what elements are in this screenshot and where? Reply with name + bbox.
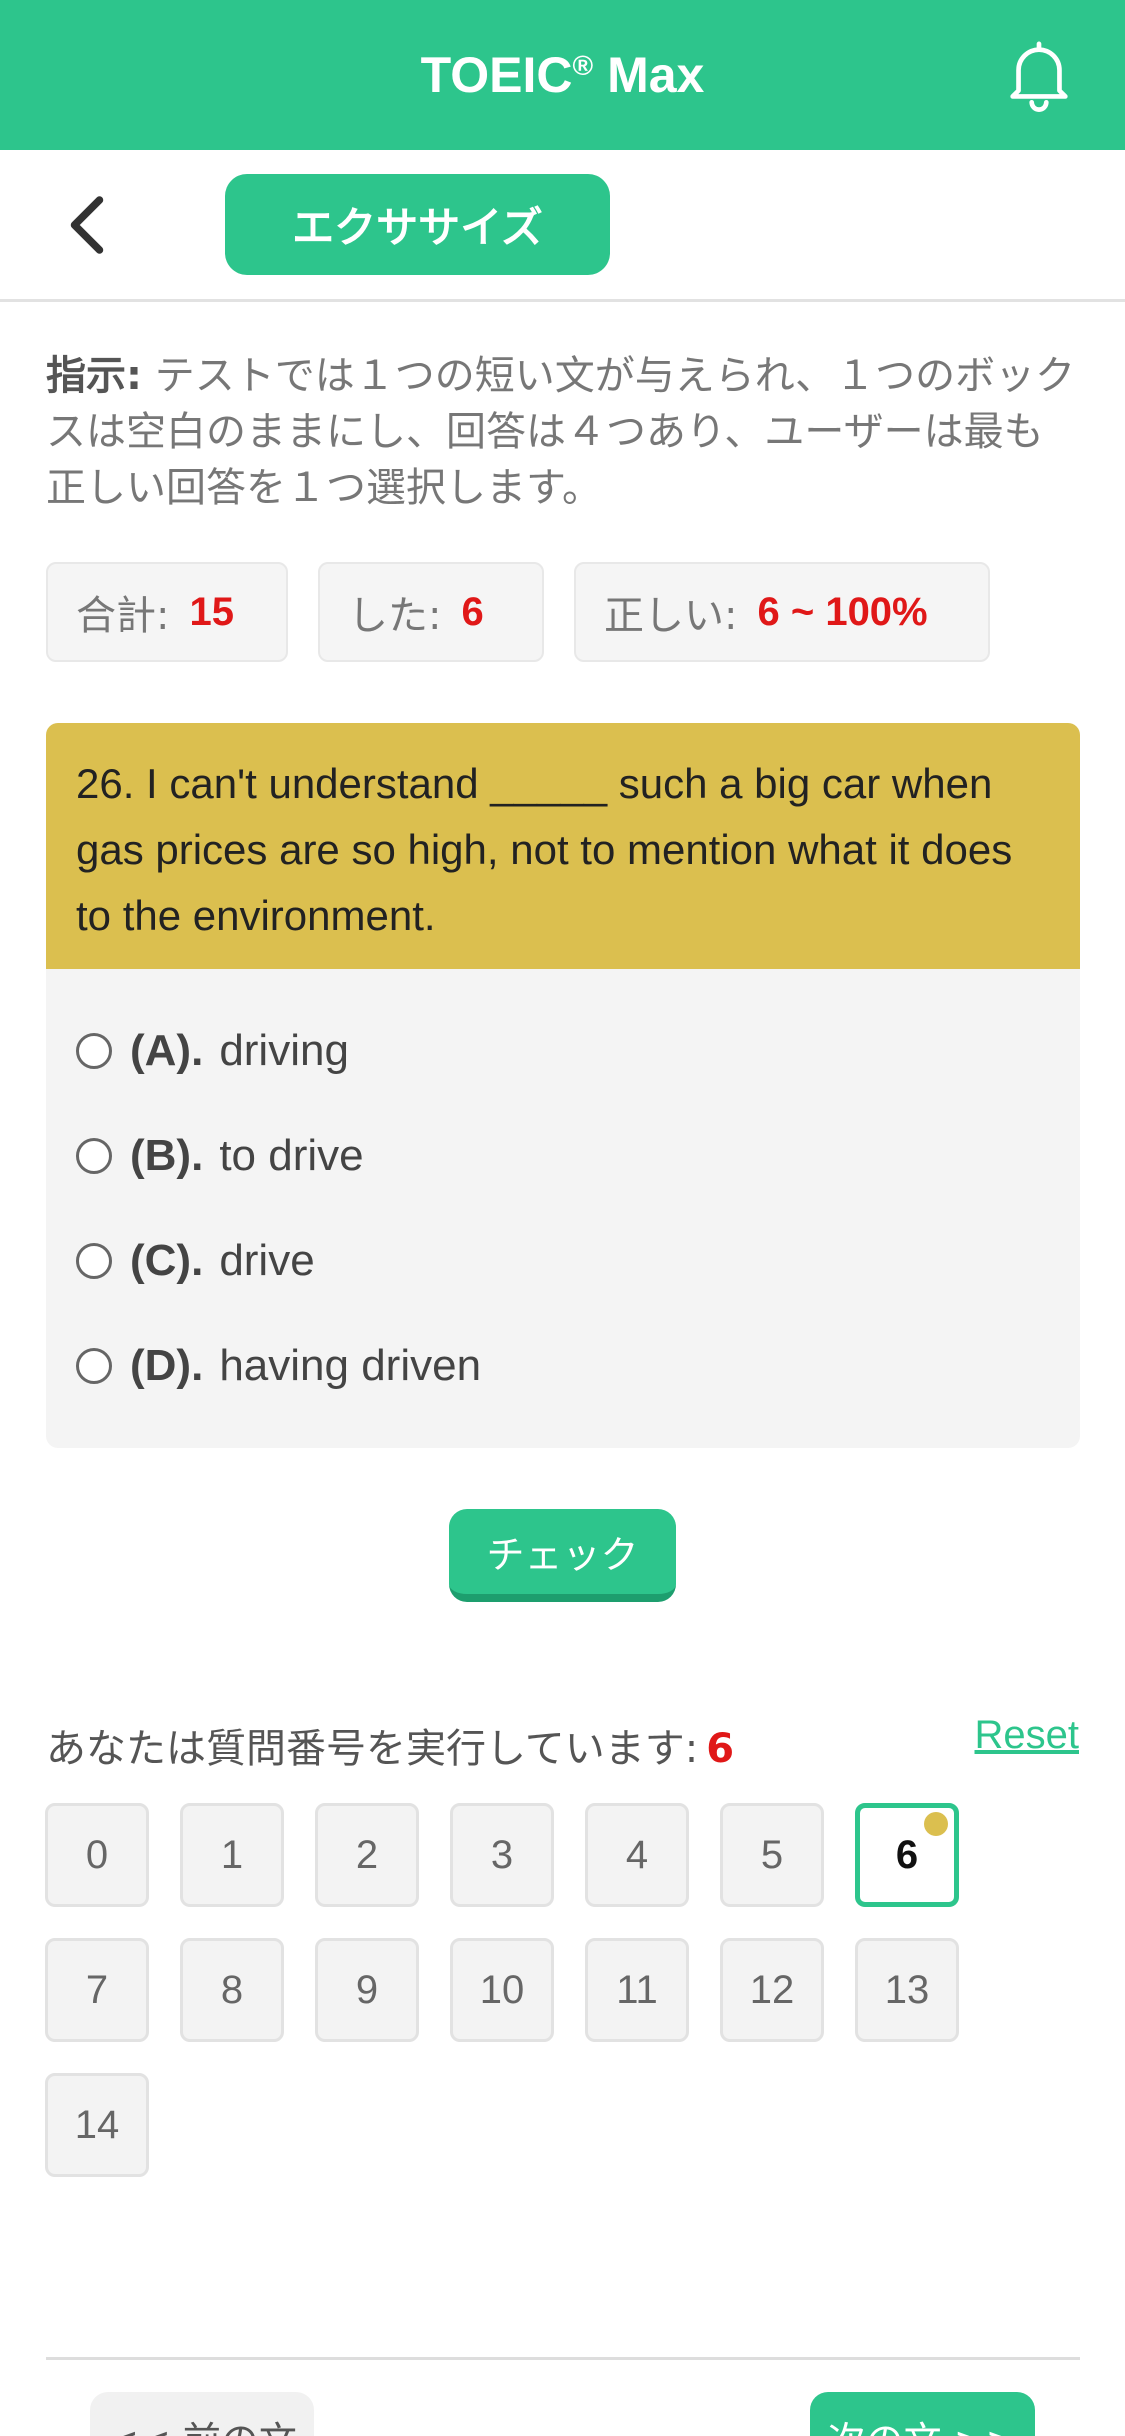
question-number-button[interactable]: 0	[45, 1803, 149, 1907]
question-number-button[interactable]: 14	[45, 2073, 149, 2177]
reset-link[interactable]: Reset	[975, 1713, 1080, 1758]
option-b[interactable]: (B). to drive	[76, 1121, 364, 1191]
radio-button-d[interactable]	[76, 1348, 112, 1384]
question-card: 26. I can't understand _____ such a big …	[46, 723, 1080, 1448]
stat-done-label: した:	[348, 593, 442, 639]
question-number-label: 1	[220, 1832, 244, 1877]
progress-label-text: あなたは質問番号を実行しています:	[46, 1726, 699, 1772]
back-arrow-icon[interactable]	[62, 192, 112, 258]
app-title-text: TOEIC	[420, 47, 573, 103]
question-number-label: 0	[85, 1832, 109, 1877]
question-number-label: 5	[760, 1832, 784, 1877]
option-text: to drive	[219, 1131, 364, 1180]
question-number-label: 11	[616, 1967, 658, 2012]
option-c[interactable]: (C). drive	[76, 1226, 315, 1296]
question-number-button[interactable]: 4	[585, 1803, 689, 1907]
current-question-number: 6	[706, 1726, 735, 1772]
question-number-button[interactable]: 5	[720, 1803, 824, 1907]
bell-icon[interactable]	[1003, 38, 1075, 114]
question-number-button[interactable]: 7	[45, 1938, 149, 2042]
stat-total-value: 15	[189, 589, 234, 634]
question-number-button[interactable]: 12	[720, 1938, 824, 2042]
stat-total: 合計: 15	[46, 562, 288, 662]
stat-correct: 正しい: 6 ~ 100%	[574, 562, 990, 662]
question-number-label: 8	[220, 1967, 244, 2012]
sub-navigation: エクササイズ	[0, 150, 1125, 302]
stat-done-value: 6	[461, 589, 484, 634]
stat-correct-value: 6 ~ 100%	[757, 589, 928, 634]
check-button[interactable]: チェック	[449, 1509, 676, 1602]
question-number-label: 13	[884, 1967, 930, 2012]
stat-total-label: 合計:	[76, 593, 170, 639]
question-number-label: 10	[479, 1967, 525, 2012]
question-number-label: 3	[490, 1832, 514, 1877]
progress-label: あなたは質問番号を実行しています: 6	[46, 1716, 734, 1774]
question-number-button[interactable]: 8	[180, 1938, 284, 2042]
question-number-label: 14	[74, 2102, 120, 2147]
radio-button-a[interactable]	[76, 1033, 112, 1069]
instructions: 指示: テストでは１つの短い文が与えられ、１つのボックスは空白のままにし、回答は…	[46, 348, 1076, 516]
question-number-button[interactable]: 13	[855, 1938, 959, 2042]
stat-done: した: 6	[318, 562, 544, 662]
question-number-label: 7	[85, 1967, 109, 2012]
question-number-label: 2	[355, 1832, 379, 1877]
option-text: having driven	[219, 1341, 482, 1390]
question-text: 26. I can't understand _____ such a big …	[46, 723, 1080, 969]
question-number-label: 9	[355, 1967, 379, 2012]
question-number-button-current[interactable]: 6	[855, 1803, 959, 1907]
option-text: drive	[219, 1236, 315, 1285]
question-number-label: 12	[749, 1967, 795, 2012]
previous-sentence-button[interactable]: << 前の文	[90, 2392, 314, 2436]
option-letter: (A).	[130, 1026, 204, 1075]
question-number-label: 4	[625, 1832, 649, 1877]
app-title: TOEIC® Max	[421, 46, 705, 104]
current-marker-dot	[924, 1812, 948, 1836]
question-number-button[interactable]: 3	[450, 1803, 554, 1907]
option-text: driving	[219, 1026, 349, 1075]
divider	[46, 2357, 1080, 2360]
option-letter: (D).	[130, 1341, 204, 1390]
instructions-label: 指示:	[46, 353, 142, 399]
radio-button-c[interactable]	[76, 1243, 112, 1279]
question-number-button[interactable]: 10	[450, 1938, 554, 2042]
next-sentence-button[interactable]: 次の文 >>	[810, 2392, 1035, 2436]
question-number-button[interactable]: 1	[180, 1803, 284, 1907]
option-a[interactable]: (A). driving	[76, 1016, 349, 1086]
question-number-button[interactable]: 9	[315, 1938, 419, 2042]
question-number-label: 6	[895, 1832, 919, 1877]
app-header: TOEIC® Max	[0, 0, 1125, 150]
question-number-button[interactable]: 2	[315, 1803, 419, 1907]
registered-mark: ®	[572, 50, 594, 81]
option-d[interactable]: (D). having driven	[76, 1331, 481, 1401]
option-letter: (B).	[130, 1131, 204, 1180]
radio-button-b[interactable]	[76, 1138, 112, 1174]
app-title-suffix: Max	[607, 47, 705, 103]
instructions-text: テストでは１つの短い文が与えられ、１つのボックスは空白のままにし、回答は４つあり…	[46, 353, 1076, 511]
stat-correct-label: 正しい:	[604, 593, 738, 639]
option-letter: (C).	[130, 1236, 204, 1285]
exercise-tab-button[interactable]: エクササイズ	[225, 174, 610, 275]
question-number-button[interactable]: 11	[585, 1938, 689, 2042]
